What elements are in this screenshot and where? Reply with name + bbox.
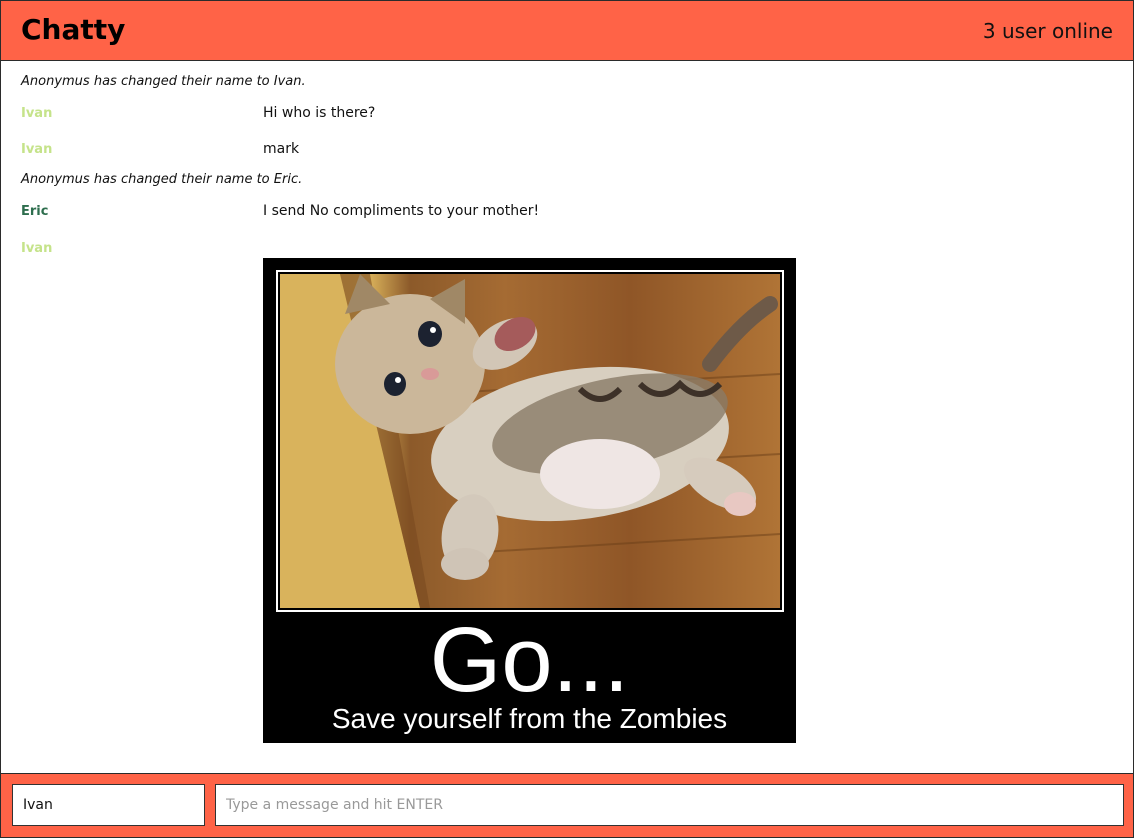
message-text: Hi who is there? [263,105,376,121]
image-message[interactable]: Go... Save yourself from the Zombies [263,258,796,743]
message-list[interactable]: Anonymus has changed their name to Ivan.… [1,62,1133,773]
meme-caption-small: Save yourself from the Zombies [331,703,728,734]
message-author: Ivan [21,142,53,157]
kitten-illustration [280,274,780,608]
message-author: Ivan [21,106,53,121]
kitten-photo [280,274,780,608]
message-text: mark [263,141,300,157]
name-change-notice: Anonymus has changed their name to Ivan. [21,74,306,89]
message-author: Ivan [21,241,53,256]
meme-caption-large: Go... [429,609,630,711]
username-input[interactable] [12,784,205,826]
app-header: Chatty 3 user online [1,1,1133,61]
name-change-notice: Anonymus has changed their name to Eric. [21,172,303,187]
online-user-count: 3 user online [982,19,1113,43]
app-title: Chatty [21,13,126,46]
message-author: Eric [21,204,49,219]
chat-app: Chatty 3 user online Anonymus has change… [0,0,1134,838]
message-input[interactable] [215,784,1124,826]
composer-bar [1,773,1133,837]
message-text: I send No compliments to your mother! [263,203,540,219]
meme-frame [276,270,784,612]
